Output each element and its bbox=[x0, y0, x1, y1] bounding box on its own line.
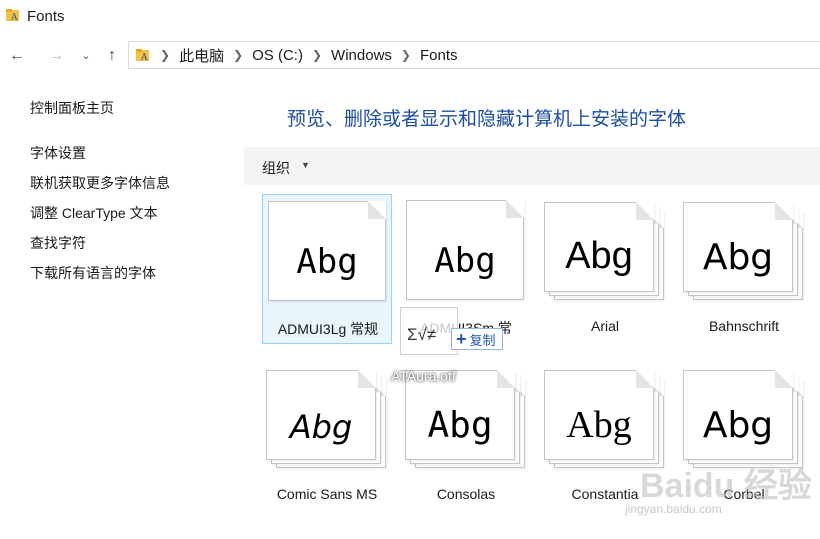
breadcrumb-fonts[interactable]: Fonts bbox=[420, 47, 458, 64]
forward-arrow-icon[interactable]: → bbox=[46, 46, 66, 66]
svg-text:A: A bbox=[10, 13, 18, 23]
font-tile[interactable]: Abg Comic Sans MS bbox=[262, 362, 392, 512]
drag-preview-glyphs: Σ√≠ bbox=[407, 325, 437, 344]
organize-button[interactable]: 组织 bbox=[262, 158, 290, 178]
font-tile[interactable]: Abg Arial bbox=[540, 194, 670, 344]
caret-down-icon[interactable]: ▼ bbox=[301, 160, 310, 170]
page-fold-icon bbox=[636, 370, 654, 388]
page-fold-icon bbox=[775, 202, 793, 220]
plus-icon: + bbox=[456, 329, 467, 349]
drag-preview: Σ√≠ bbox=[400, 307, 458, 355]
fonts-folder-icon: A bbox=[6, 9, 19, 23]
svg-text:A: A bbox=[140, 53, 148, 63]
fonts-folder-icon: A bbox=[136, 49, 149, 63]
font-name-label: Bahnschrift bbox=[708, 318, 780, 334]
command-toolbar: 组织 ▼ bbox=[244, 147, 820, 185]
breadcrumb-separator-icon[interactable]: ❯ bbox=[401, 48, 411, 62]
font-sample-text: Abg bbox=[566, 404, 632, 446]
font-tile[interactable]: Abg Bahnschrift bbox=[679, 194, 809, 344]
font-file-page-icon: Abg bbox=[268, 201, 386, 301]
font-sample-text: Abg bbox=[702, 237, 774, 278]
page-fold-icon bbox=[506, 200, 524, 218]
page-title: 预览、删除或者显示和隐藏计算机上安装的字体 bbox=[287, 109, 687, 130]
font-sample-text: Abg bbox=[565, 235, 633, 277]
watermark: Baidu 经验 jingyan.baidu.com bbox=[615, 452, 815, 522]
breadcrumb-separator-icon[interactable]: ❯ bbox=[312, 48, 322, 62]
font-file-page-icon: Abg bbox=[544, 370, 654, 460]
font-tile[interactable]: Abg ADMUI3Lg 常规 bbox=[262, 194, 392, 344]
address-bar[interactable]: A ❯ 此电脑 ❯ OS (C:) ❯ Windows ❯ Fonts bbox=[128, 41, 820, 69]
font-file-page-icon: Abg bbox=[683, 202, 793, 292]
font-file-page-icon: Abg bbox=[266, 370, 376, 460]
control-panel-home-link[interactable]: 控制面板主页 bbox=[30, 98, 114, 118]
font-name-label: ADMUI3Lg 常规 bbox=[277, 321, 379, 337]
find-character-link[interactable]: 查找字符 bbox=[30, 233, 86, 253]
page-fold-icon bbox=[775, 370, 793, 388]
font-sample-text: Abg bbox=[702, 405, 774, 446]
page-fold-icon bbox=[368, 201, 386, 219]
breadcrumb-os-c[interactable]: OS (C:) bbox=[252, 47, 303, 64]
title-bar: A Fonts bbox=[0, 0, 820, 32]
font-file-page-icon: Abg bbox=[544, 202, 654, 292]
font-file-page-icon: Abg bbox=[683, 370, 793, 460]
adjust-cleartype-link[interactable]: 调整 ClearType 文本 bbox=[30, 203, 158, 223]
font-sample-text: Abg bbox=[289, 408, 353, 446]
get-more-font-info-link[interactable]: 联机获取更多字体信息 bbox=[30, 173, 170, 193]
watermark-brand: Baidu 经验 bbox=[640, 467, 812, 505]
back-arrow-icon[interactable]: ← bbox=[7, 46, 27, 66]
breadcrumb-this-pc[interactable]: 此电脑 bbox=[179, 45, 224, 66]
left-pane: 控制面板主页 字体设置 联机获取更多字体信息 调整 ClearType 文本 查… bbox=[0, 86, 240, 539]
breadcrumb-separator-icon[interactable]: ❯ bbox=[160, 48, 170, 62]
watermark-url: jingyan.baidu.com bbox=[625, 502, 722, 516]
font-tile[interactable]: Abg Consolas bbox=[401, 362, 531, 512]
copy-badge: + 复制 bbox=[451, 328, 503, 350]
breadcrumb-separator-icon[interactable]: ❯ bbox=[233, 48, 243, 62]
font-sample-text: Abg bbox=[296, 242, 358, 282]
copy-label: 复制 bbox=[469, 332, 496, 348]
breadcrumb-windows[interactable]: Windows bbox=[331, 47, 392, 64]
dragged-file-name: ATAura.otf bbox=[391, 368, 456, 384]
font-sample-text: Abg bbox=[434, 241, 496, 281]
font-name-label: Consolas bbox=[436, 486, 496, 502]
font-name-label: Arial bbox=[590, 318, 619, 334]
recent-locations-chevron-icon[interactable]: ⌄ bbox=[80, 46, 92, 66]
up-arrow-icon[interactable]: ↑ bbox=[103, 46, 121, 66]
page-fold-icon bbox=[497, 370, 515, 388]
page-fold-icon bbox=[358, 370, 376, 388]
navigation-bar: ← → ⌄ ↑ A ❯ 此电脑 ❯ OS (C:) ❯ Windows ❯ Fo… bbox=[0, 38, 820, 72]
window-title: Fonts bbox=[27, 8, 65, 25]
page-fold-icon bbox=[636, 202, 654, 220]
download-all-language-fonts-link[interactable]: 下载所有语言的字体 bbox=[30, 263, 156, 283]
font-file-page-icon: Abg bbox=[406, 200, 524, 300]
font-name-label: Comic Sans MS bbox=[276, 486, 378, 502]
font-settings-link[interactable]: 字体设置 bbox=[30, 143, 86, 163]
font-sample-text: Abg bbox=[427, 405, 493, 446]
